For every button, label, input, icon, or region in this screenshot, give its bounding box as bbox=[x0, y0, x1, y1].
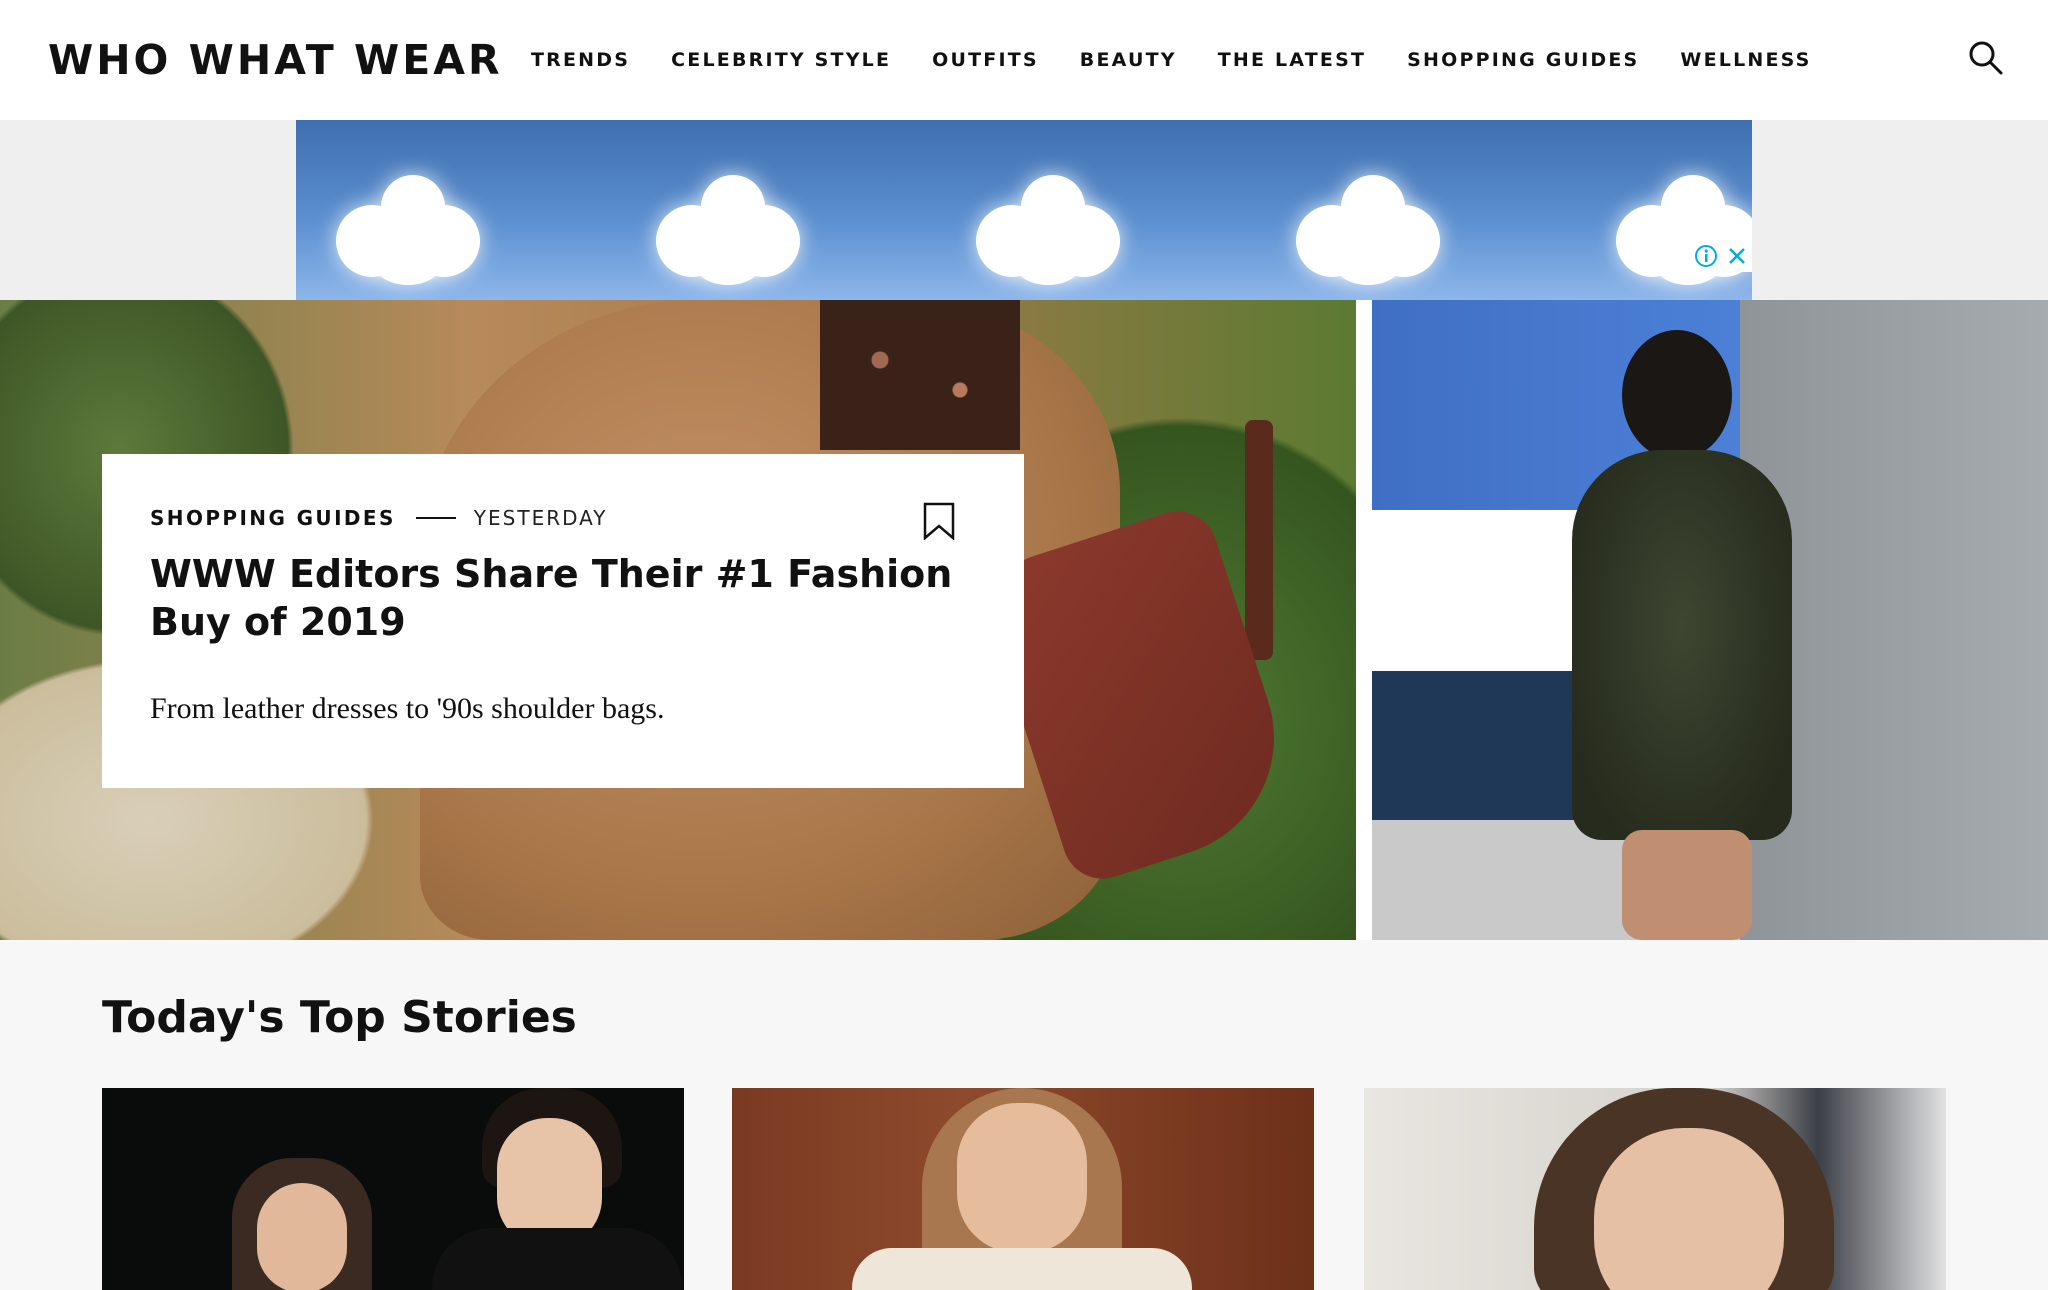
hero-image-right[interactable] bbox=[1372, 300, 2048, 940]
nav-item-beauty[interactable]: BEAUTY bbox=[1080, 49, 1177, 71]
search-icon bbox=[1969, 41, 2003, 75]
featured-article-card[interactable]: SHOPPING GUIDES YESTERDAY WWW Editors Sh… bbox=[102, 454, 1024, 788]
nav-item-the-latest[interactable]: THE LATEST bbox=[1218, 49, 1366, 71]
search-button[interactable] bbox=[1966, 38, 2006, 78]
hero-section: SHOPPING GUIDES YESTERDAY WWW Editors Sh… bbox=[0, 300, 2048, 940]
bookmark-icon bbox=[923, 502, 955, 541]
ad-controls bbox=[1690, 240, 1752, 272]
nav-item-trends[interactable]: TRENDS bbox=[531, 49, 630, 71]
article-title[interactable]: WWW Editors Share Their #1 Fashion Buy o… bbox=[150, 550, 970, 646]
story-card[interactable] bbox=[102, 1088, 684, 1290]
top-stories-section: Today's Top Stories bbox=[0, 940, 2048, 1290]
nav-item-celebrity-style[interactable]: CELEBRITY STYLE bbox=[671, 49, 891, 71]
article-category[interactable]: SHOPPING GUIDES bbox=[150, 506, 396, 530]
article-meta: SHOPPING GUIDES YESTERDAY bbox=[150, 506, 608, 530]
nav-item-outfits[interactable]: OUTFITS bbox=[932, 49, 1039, 71]
site-header: WHO WHAT WEAR TRENDS CELEBRITY STYLE OUT… bbox=[0, 0, 2048, 120]
close-icon bbox=[1728, 248, 1745, 264]
article-date: YESTERDAY bbox=[473, 506, 608, 530]
info-icon bbox=[1694, 245, 1717, 267]
cloud-image bbox=[656, 175, 806, 285]
main-nav: TRENDS CELEBRITY STYLE OUTFITS BEAUTY TH… bbox=[531, 49, 1853, 71]
cloud-image bbox=[976, 175, 1126, 285]
story-card[interactable] bbox=[732, 1088, 1314, 1290]
site-logo[interactable]: WHO WHAT WEAR bbox=[48, 36, 503, 84]
article-dek: From leather dresses to '90s shoulder ba… bbox=[150, 692, 665, 725]
bookmark-button[interactable] bbox=[922, 502, 956, 541]
cloud-image bbox=[336, 175, 486, 285]
section-title: Today's Top Stories bbox=[102, 992, 577, 1043]
story-card[interactable] bbox=[1364, 1088, 1946, 1290]
meta-divider bbox=[415, 517, 456, 519]
ad-info-button[interactable] bbox=[1690, 240, 1721, 272]
nav-item-wellness[interactable]: WELLNESS bbox=[1680, 49, 1811, 71]
nav-item-shopping-guides[interactable]: SHOPPING GUIDES bbox=[1407, 49, 1639, 71]
ad-close-button[interactable] bbox=[1721, 240, 1752, 272]
advertisement-banner[interactable] bbox=[296, 120, 1752, 300]
ad-strip bbox=[0, 120, 2048, 300]
cloud-image bbox=[1296, 175, 1446, 285]
